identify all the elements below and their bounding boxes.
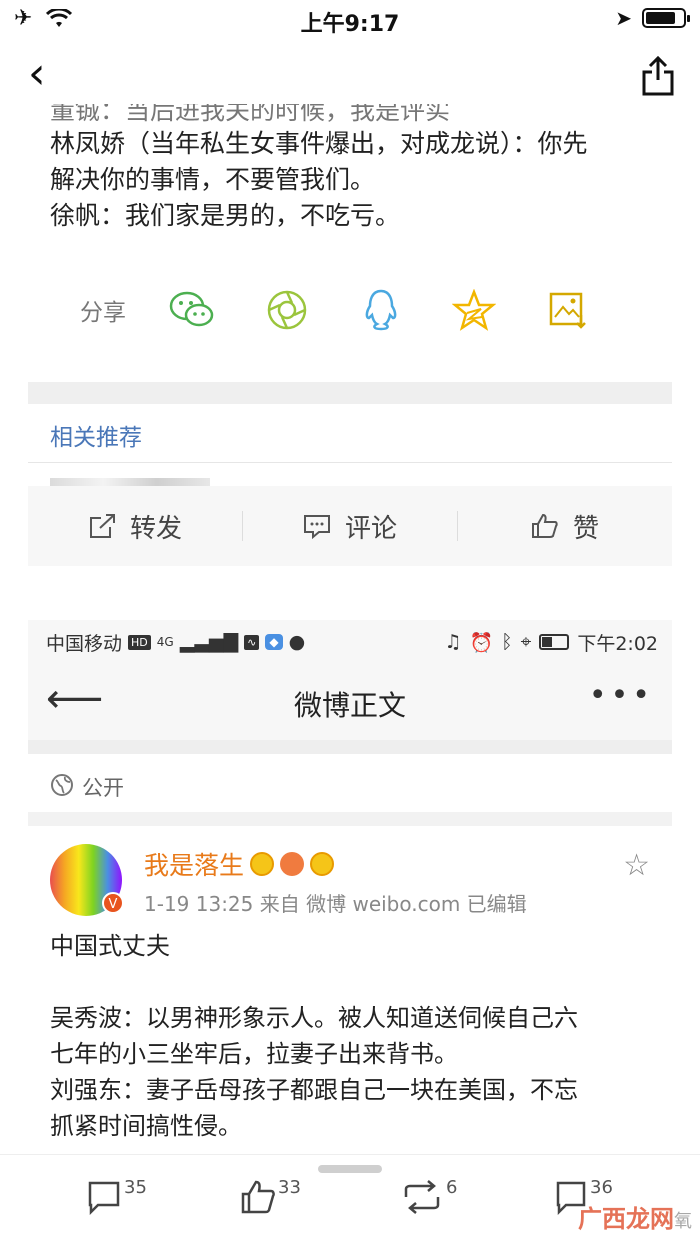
back-chevron-icon[interactable]: ‹: [28, 52, 46, 96]
share-row: 分享: [80, 284, 640, 336]
post-line: 中国式丈夫: [50, 932, 170, 960]
related-item-cut: [50, 478, 210, 486]
qq-icon[interactable]: [359, 286, 403, 334]
watermark-brand: 广西龙网: [578, 1205, 674, 1233]
network-label: 4G: [156, 635, 174, 649]
location-pin-icon: ⌖: [520, 631, 532, 653]
bluetooth-icon: ᛒ: [501, 631, 513, 653]
reposts-count: 6: [446, 1177, 458, 1198]
globe-icon: [50, 773, 74, 802]
home-indicator: [318, 1165, 382, 1173]
shield-icon: ◆: [265, 634, 283, 650]
comments-count: 35: [124, 1177, 147, 1198]
wechat-icon[interactable]: [169, 286, 215, 334]
bottom-toolbar: 35 33 6 36 广西龙网氧: [0, 1154, 700, 1244]
username[interactable]: 我是落生: [144, 846, 244, 882]
battery-icon: [642, 8, 690, 28]
comment-button[interactable]: 评论: [243, 508, 457, 545]
headset-icon: ♫: [444, 631, 462, 653]
top-nav: ‹: [0, 48, 700, 108]
visibility-label: 公开: [82, 776, 124, 800]
repost-cycle-icon: [404, 1180, 440, 1214]
repost-label: 转发: [129, 513, 182, 544]
embedded-screenshot: 中国移动 HD 4G ▂▃▅▇ ∿ ◆ ● ♫ ⏰ ᛒ ⌖ 下午2:02 ⟵ 微…: [28, 620, 672, 1150]
like-label: 赞: [572, 513, 599, 544]
comment-label: 评论: [344, 513, 397, 544]
visibility-row: 公开: [50, 772, 124, 802]
location-arrow-icon: ➤: [615, 6, 632, 30]
comment-icon: [88, 1181, 120, 1215]
post-body: 中国式丈夫 吴秀波：以男神形象示人。被人知道送伺候自己六 七年的小三坐牢后，拉妻…: [50, 928, 660, 1144]
post-line: 抓紧时间搞性侵。: [50, 1112, 242, 1140]
section-divider: [28, 740, 672, 754]
save-image-icon[interactable]: [546, 286, 590, 334]
carrier: 中国移动: [46, 632, 123, 655]
comments-button[interactable]: 35: [86, 1177, 147, 1215]
vip-crown-icon: [250, 852, 275, 876]
article-partial-line: 董铖：当后进我关的时候，我是评实: [50, 104, 451, 125]
qzone-star-icon[interactable]: [452, 286, 497, 334]
status-time: 上午9:17: [300, 12, 400, 37]
bookmark-count: 36: [590, 1177, 613, 1198]
related-title[interactable]: 相关推荐: [50, 418, 142, 452]
like-button[interactable]: 赞: [458, 508, 672, 545]
embedded-status-bar: 中国移动 HD 4G ▂▃▅▇ ∿ ◆ ● ♫ ⏰ ᛒ ⌖ 下午2:02: [28, 620, 672, 664]
chat-bubble-icon: ●: [288, 631, 306, 653]
favorite-star-icon[interactable]: ☆: [623, 848, 650, 883]
thumbs-up-icon: [241, 1180, 275, 1214]
likes-button[interactable]: 33: [240, 1177, 301, 1215]
post-meta: 1-19 13:25 来自 微博 weibo.com 已编辑: [144, 892, 527, 916]
repost-button[interactable]: 转发: [28, 508, 242, 545]
watermark-suffix: 氧: [674, 1211, 692, 1232]
article-body: 董铖：当后进我关的时候，我是评实 林凤娇（当年私生女事件爆出，对成龙说）：你先 …: [50, 104, 670, 234]
signal-icon: ▂▃▅▇: [179, 631, 239, 653]
verified-badge-icon: V: [102, 892, 124, 914]
comment-icon: [303, 515, 330, 539]
status-right: ➤: [615, 6, 690, 30]
level-badge-icon: [310, 852, 335, 876]
post-line: 吴秀波：以男神形象示人。被人知道送伺候自己六: [50, 1004, 578, 1032]
activity-icon: ∿: [244, 634, 260, 650]
article-line: 林凤娇（当年私生女事件爆出，对成龙说）：你先: [50, 129, 588, 158]
site-watermark: 广西龙网氧: [578, 1199, 692, 1234]
medal-icon: [280, 852, 305, 876]
moments-icon[interactable]: [265, 286, 309, 334]
divider-line: [28, 462, 672, 463]
embedded-nav: ⟵ 微博正文 •••: [28, 664, 672, 740]
share-export-icon[interactable]: [638, 54, 678, 98]
action-bar: 转发 评论 赞: [28, 486, 672, 566]
likes-count: 33: [278, 1177, 301, 1198]
thumbs-up-icon: [531, 513, 558, 538]
article-line: 解决你的事情，不要管我们。: [50, 165, 376, 194]
post-line: 刘强东：妻子岳母孩子都跟自己一块在美国，不忘: [50, 1076, 578, 1104]
page-title: 微博正文: [293, 689, 406, 722]
hd-badge: HD: [128, 634, 151, 650]
share-label: 分享: [80, 300, 126, 326]
embedded-time: 下午2:02: [577, 632, 658, 655]
repost-icon: [89, 514, 115, 538]
article-line: 徐帆：我们家是男的，不吃亏。: [50, 201, 401, 230]
reposts-button[interactable]: 6: [400, 1177, 458, 1215]
more-icon[interactable]: •••: [589, 678, 654, 713]
post-line: 七年的小三坐牢后，拉妻子出来背书。: [50, 1040, 458, 1068]
section-divider: [28, 382, 672, 404]
section-divider: [28, 812, 672, 826]
status-bar: ✈ ︎ 上午9:17 ➤: [0, 0, 700, 40]
username-row: 我是落生: [144, 846, 335, 882]
battery-icon: [539, 634, 570, 650]
alarm-icon: ⏰: [469, 631, 494, 654]
